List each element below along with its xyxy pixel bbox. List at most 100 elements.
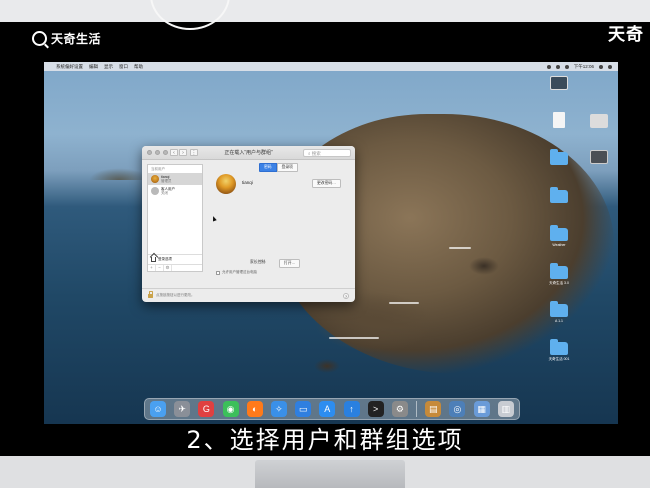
folder-icon [550,301,568,317]
parental-controls-label: 家长控制: [250,260,267,264]
desktop-icon[interactable]: 天奇生活 001 [544,339,574,361]
desktop-icon-label: A 1.1 [555,319,563,323]
weibo-icon[interactable]: G [198,401,215,417]
monitor-top-bezel [0,0,650,30]
folder-icon [550,187,568,203]
users-groups-window: ‹ › ⋮ 正在载入“用户与群组” ⌕ 搜索 当前用户 tianqi 管理员 客… [142,146,355,302]
login-options-label: 登录选项 [158,257,172,261]
wifi-icon[interactable] [555,64,560,69]
search-logo-icon [32,31,47,46]
wallpaper-rock [314,359,340,373]
finder-icon[interactable]: ☺ [150,401,166,417]
menubar-clock[interactable]: 下午12:06 [574,64,594,70]
allow-admin-row: 允许用户管理这台电脑 [216,270,257,275]
lock-icon[interactable] [148,290,153,298]
lock-hint-text: 点按锁按钮以进行更改。 [156,293,195,297]
menu-edit[interactable]: 编辑 [89,64,98,70]
change-password-button[interactable]: 更改密码… [312,179,341,188]
desktop-icon[interactable] [544,112,574,130]
main-user-name: tianqi [242,180,253,185]
action-gear-button[interactable]: ⚙ [164,265,172,271]
image-file-icon [590,150,608,164]
dock-separator [416,401,418,417]
battery-icon[interactable] [564,64,569,69]
wallpaper-foam [389,302,419,304]
firefox-icon[interactable]: ◐ [246,401,263,417]
add-user-button[interactable]: + [148,265,156,271]
desktop-icon[interactable] [544,187,574,205]
tab-bar: 密码 登录项 [259,163,298,172]
main-user-avatar[interactable] [216,174,236,194]
window-footer: 点按锁按钮以进行更改。 ? [142,288,355,302]
status-icon[interactable] [546,64,551,69]
safari-icon[interactable]: ✧ [270,401,287,417]
guest-avatar [151,187,159,195]
mac-screen: 系统偏好设置 编辑 显示 窗口 帮助 下午12:06 Weather 天奇生活 … [44,62,618,424]
preview-icon[interactable]: ▦ [473,401,490,417]
brand-logo-text: 天奇生活 [51,32,102,46]
allow-admin-label: 允许用户管理这台电脑 [222,270,257,274]
sidebar-toolbar: + − ⚙ [148,264,202,271]
menubar: 系统偏好设置 编辑 显示 窗口 帮助 下午12:06 [44,62,618,71]
video-subtitle: 2、选择用户和群组选项 [186,426,464,454]
launchpad-icon[interactable]: ✈ [174,401,191,417]
tab-password[interactable]: 密码 [259,163,277,172]
folder-icon [550,263,568,279]
image-file-icon [550,76,568,90]
window-titlebar[interactable]: ‹ › ⋮ 正在载入“用户与群组” ⌕ 搜索 [142,146,355,160]
help-button[interactable]: ? [343,292,349,299]
files-icon[interactable]: ▭ [295,401,312,417]
system-preferences-icon[interactable]: ⚙ [391,401,408,417]
guest-names: 客人用户 关闭 [161,187,175,195]
desktop-icon[interactable]: A 1.1 [544,301,574,323]
trash-icon[interactable]: ▥ [497,401,514,417]
menu-window[interactable]: 窗口 [119,64,128,70]
notification-center-icon[interactable] [608,64,612,69]
desktop-icon[interactable] [544,149,574,167]
menu-system-preferences[interactable]: 系统偏好设置 [56,64,83,70]
sidebar-header: 当前用户 [151,167,165,171]
wallpaper-hill [89,168,149,180]
desktop-icon-label: Weather [552,243,566,247]
wallpaper-rock [469,257,499,275]
search-field[interactable]: ⌕ 搜索 [303,149,351,157]
screenshot-icon[interactable]: ◎ [449,401,466,417]
user-role: 管理员 [161,179,172,183]
background-curve [150,0,230,30]
mouse-cursor-icon [211,215,217,222]
appstore-icon[interactable]: A [319,401,336,417]
desktop-icon-label: 天奇生活 001 [548,357,570,361]
spotlight-icon[interactable] [599,64,603,69]
folder-icon [550,339,568,355]
dock: ☺ ✈ G ◉ ◐ ✧ ▭ A ↑ > ⚙ ▤ ◎ ▦ ▥ [144,398,520,420]
login-options-item[interactable]: 登录选项 [148,254,202,264]
sidebar-user-guest[interactable]: 客人用户 关闭 [148,185,202,197]
wechat-icon[interactable]: ◉ [222,401,239,417]
desktop-icon[interactable]: 天奇生活 3.0 [544,263,574,285]
menu-view[interactable]: 显示 [104,64,113,70]
desktop-icon[interactable]: Weather [544,225,574,247]
wallpaper-foam [329,337,379,339]
home-icon [151,257,156,262]
document-icon [553,112,565,128]
update-icon[interactable]: ↑ [343,401,360,417]
user-avatar [151,175,159,183]
desktop-icon[interactable] [544,76,574,92]
remove-user-button[interactable]: − [156,265,164,271]
open-parental-controls-button[interactable]: 打开… [279,259,301,268]
user-names: tianqi 管理员 [161,175,172,183]
users-sidebar: 当前用户 tianqi 管理员 客人用户 关闭 登录选项 + − ⚙ [147,164,203,272]
allow-admin-checkbox[interactable] [216,270,220,275]
sidebar-user-current[interactable]: tianqi 管理员 [148,173,202,185]
desktop-icon-label: 天奇生活 3.0 [549,281,569,285]
archive-icon[interactable]: ▤ [425,401,442,417]
desktop-icon[interactable] [584,114,614,130]
tab-login-items[interactable]: 登录项 [276,163,298,172]
terminal-icon[interactable]: > [367,401,384,417]
desktop-icon[interactable] [584,150,614,166]
menu-help[interactable]: 帮助 [134,64,143,70]
wallpaper-foam [449,247,471,249]
screenshot-file-icon [590,114,608,128]
menubar-status-area: 下午12:06 [546,64,612,70]
brand-corner-mark: 天奇 [608,25,644,44]
